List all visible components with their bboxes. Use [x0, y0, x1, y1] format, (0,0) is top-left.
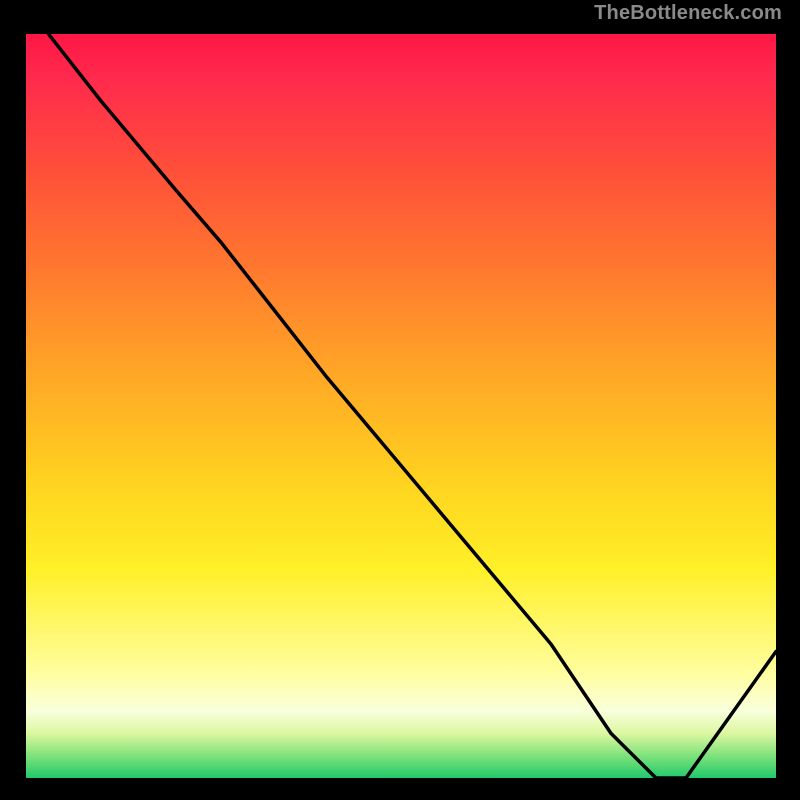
chart-root: TheBottleneck.com: [0, 0, 800, 800]
series-line: [26, 34, 776, 778]
plot-frame: [20, 28, 782, 784]
plot-area: [26, 34, 776, 778]
attribution-label: TheBottleneck.com: [594, 2, 782, 25]
